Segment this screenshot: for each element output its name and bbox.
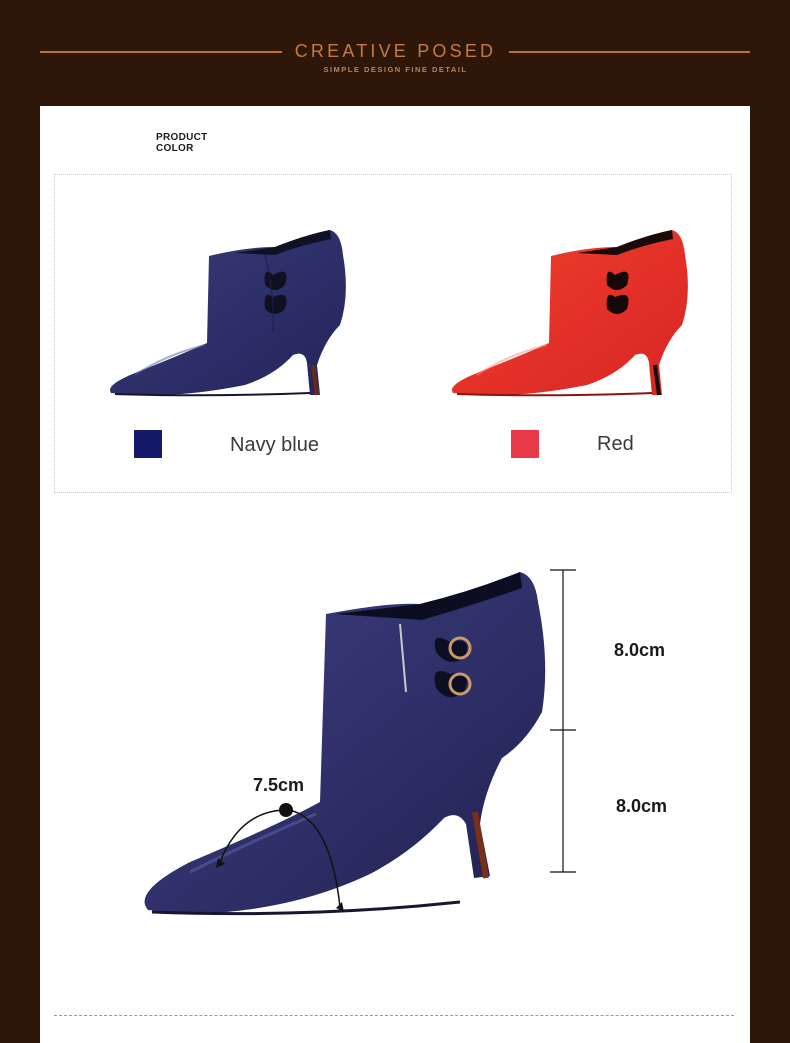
product-color-label: PRODUCT COLOR [156, 132, 208, 154]
red-boot-image [452, 230, 688, 397]
header-subtitle: SIMPLE DESIGN FINE DETAIL [323, 65, 468, 74]
header-rule-left [40, 51, 282, 53]
navy-boot-detail-image [144, 569, 576, 916]
red-swatch[interactable] [511, 430, 539, 458]
toe-width-label: 7.5cm [253, 775, 305, 795]
heel-height-label: 8.0cm [616, 796, 668, 816]
navy-boot-image [110, 230, 346, 397]
product-color-label-line1: PRODUCT [156, 132, 208, 143]
header-rule-right [509, 51, 750, 53]
navy-blue-label: Navy blue [230, 434, 319, 456]
page-header: CREATIVE POSED SIMPLE DESIGN FINE DETAIL [0, 0, 790, 106]
color-options-box: Navy blue Red [54, 174, 732, 493]
red-label: Red [597, 433, 634, 455]
section-divider [54, 1015, 734, 1016]
content-panel: PRODUCT COLOR Navy blue Red 8.0cm 8.0cm … [40, 106, 750, 1043]
shaft-height-label: 8.0cm [614, 640, 666, 660]
header-title: CREATIVE POSED [294, 41, 497, 61]
product-color-label-line2: COLOR [156, 143, 194, 154]
navy-blue-swatch[interactable] [134, 430, 162, 458]
